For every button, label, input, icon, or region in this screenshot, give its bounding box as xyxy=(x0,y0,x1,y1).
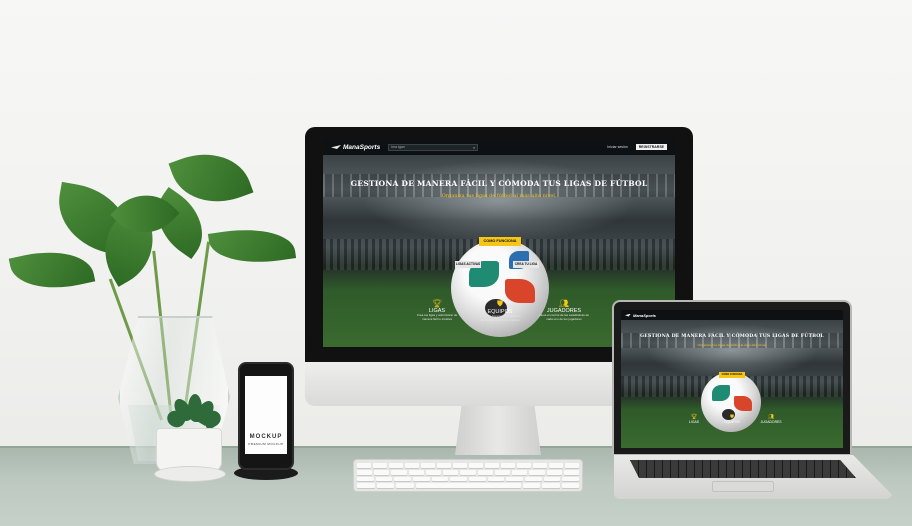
phone-brand: MOCKUP PREMIUM MOCKUP xyxy=(248,434,283,448)
logo-mark-icon xyxy=(331,145,341,149)
feature-desc: Crea tus ligas y administrar de manera f… xyxy=(416,313,458,321)
phone-screen: MOCKUP PREMIUM MOCKUP xyxy=(245,376,287,454)
feature-desc: Lleva el control de las estadísticas de … xyxy=(539,313,589,321)
active-leagues-button[interactable]: LIGAS ACTIVAS xyxy=(455,261,481,268)
trophy-icon: 🏆︎ xyxy=(431,299,443,308)
feature-players: 👥︎ JUGADORES Lleva el control de las est… xyxy=(539,299,589,321)
logo-mark-icon xyxy=(625,313,631,317)
hero-subtitle: Organiza tus ligas de fútbol al más alto… xyxy=(441,193,557,199)
feature-title: LIGAS xyxy=(689,420,699,424)
site-navbar: ManaSports Ima tgan ⌕ Iniciar sesión REG… xyxy=(323,139,675,155)
players-icon: 👥︎ xyxy=(558,299,570,308)
how-it-works-button[interactable]: COMO FUNCIONA xyxy=(479,237,521,246)
search-icon[interactable]: ⌕ xyxy=(473,145,475,150)
hero-section: GESTIONA DE MANERA FÁCIL Y CÓMODA TUS LI… xyxy=(621,320,843,448)
keyboard xyxy=(353,459,583,492)
feature-teams: ⛊ EQUIPOS Gestiona horarios, resultados … xyxy=(476,299,524,322)
feature-title: EQUIPOS xyxy=(724,420,740,424)
imac-stand xyxy=(455,403,541,455)
hero-title: GESTIONA DE MANERA FÁCIL Y CÓMODA TUS LI… xyxy=(640,334,824,339)
feature-leagues: 🏆︎ LIGAS xyxy=(679,414,709,424)
laptop-keyboard xyxy=(630,460,856,478)
football-image xyxy=(451,239,549,337)
phone: MOCKUP PREMIUM MOCKUP xyxy=(238,362,294,470)
hero-title: GESTIONA DE MANERA FÁCIL Y CÓMODA TUS LI… xyxy=(350,179,648,188)
feature-desc: Gestiona horarios, resultados y clasific… xyxy=(479,314,521,322)
hero-subtitle: Organiza tus ligas de fútbol al más alto… xyxy=(697,343,767,347)
how-it-works-button[interactable]: COMO FUNCIONA xyxy=(719,372,745,378)
laptop-screen: ManaSports GESTIONA DE MANERA FÁCIL Y CÓ… xyxy=(621,310,843,448)
laptop-trackpad xyxy=(712,481,774,492)
feature-leagues: 🏆︎ LIGAS Crea tus ligas y administrar de… xyxy=(413,299,461,321)
phone-brand-label: MOCKUP xyxy=(249,434,283,440)
feature-players: 👥︎ JUGADORES xyxy=(755,414,787,424)
site-logo-text: ManaSports xyxy=(343,143,381,151)
register-button[interactable]: REGISTRARSE xyxy=(635,144,667,150)
shield-icon: ⛊ xyxy=(497,299,503,308)
phone-brand-sub: PREMIUM MOCKUP xyxy=(248,442,284,446)
site-logo[interactable]: ManaSports xyxy=(625,313,656,318)
search-input[interactable]: Ima tgan ⌕ xyxy=(388,143,479,151)
site-logo[interactable]: ManaSports xyxy=(331,144,380,151)
site-navbar: ManaSports xyxy=(621,310,843,320)
search-placeholder: Ima tgan xyxy=(391,145,405,149)
login-link[interactable]: Iniciar sesión xyxy=(607,145,627,149)
feature-title: JUGADORES xyxy=(760,420,782,424)
site-logo-text: ManaSports xyxy=(633,312,656,318)
feature-teams: ⛊ EQUIPOS xyxy=(717,414,747,424)
pot-saucer xyxy=(154,466,226,482)
create-league-button[interactable]: CREA TU LIGA xyxy=(513,261,539,268)
